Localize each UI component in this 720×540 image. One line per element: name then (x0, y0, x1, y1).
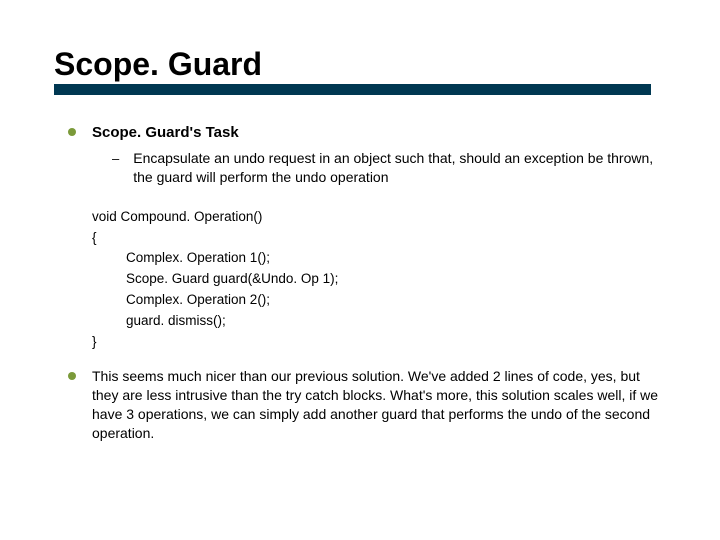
code-block: void Compound. Operation() { Complex. Op… (92, 207, 666, 353)
dash-icon: – (112, 150, 119, 168)
bullet-icon (68, 372, 76, 380)
code-line: guard. dismiss(); (92, 311, 666, 332)
code-line: void Compound. Operation() (92, 207, 666, 228)
title-block: Scope. Guard (54, 48, 666, 95)
bullet-text: Scope. Guard's Task (92, 123, 239, 143)
bullet-row: Scope. Guard's Task (68, 123, 666, 143)
slide: Scope. Guard Scope. Guard's Task – Encap… (0, 0, 720, 540)
subbullet-row: – Encapsulate an undo request in an obje… (112, 149, 666, 187)
bullet-icon (68, 128, 76, 136)
slide-title: Scope. Guard (54, 48, 666, 82)
title-underline (54, 84, 651, 95)
slide-body: Scope. Guard's Task – Encapsulate an und… (54, 123, 666, 443)
paragraph-text: This seems much nicer than our previous … (92, 367, 666, 443)
code-line: Complex. Operation 1(); (92, 248, 666, 269)
code-line: Scope. Guard guard(&Undo. Op 1); (92, 269, 666, 290)
code-line: Complex. Operation 2(); (92, 290, 666, 311)
code-line: } (92, 332, 666, 353)
code-line: { (92, 228, 666, 249)
paragraph-row: This seems much nicer than our previous … (68, 367, 666, 443)
subbullet-text: Encapsulate an undo request in an object… (133, 149, 666, 187)
